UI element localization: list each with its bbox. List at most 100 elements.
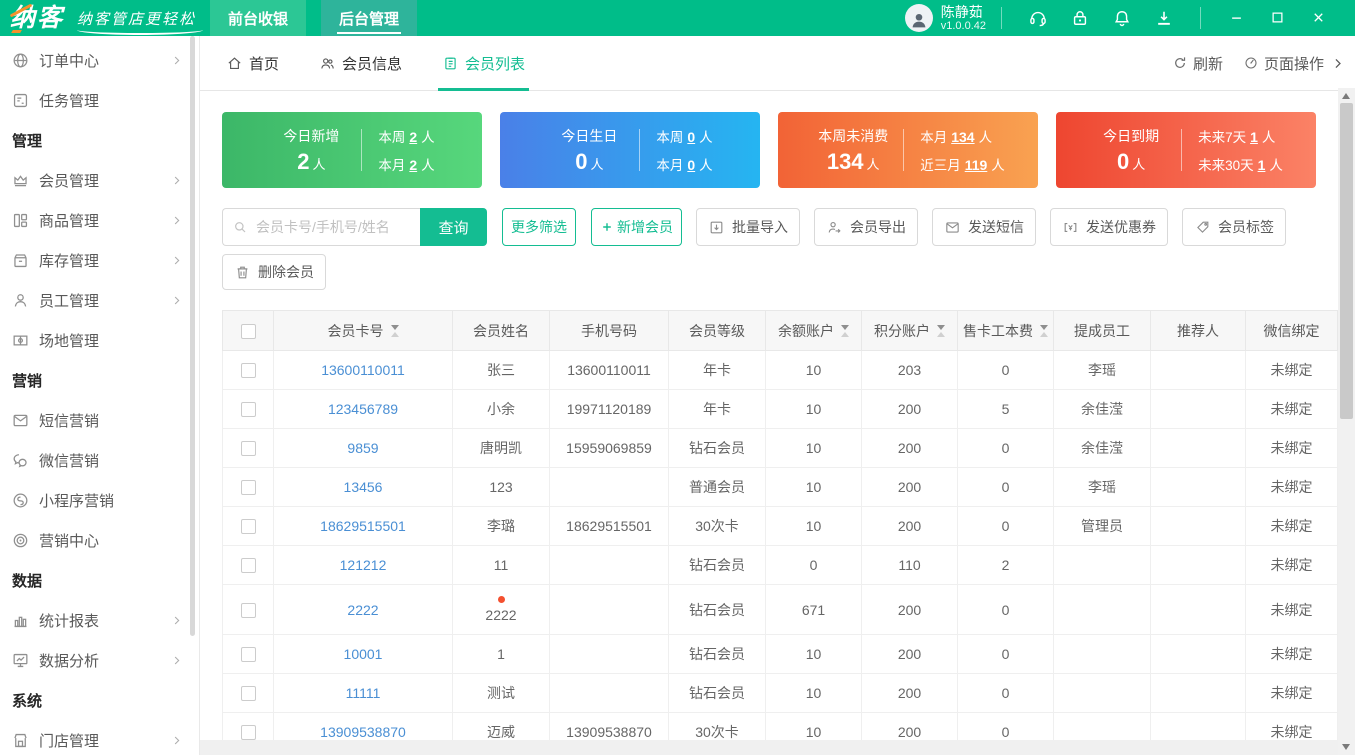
sidebar-item-reports[interactable]: 统计报表 <box>0 600 199 640</box>
page-actions-button[interactable]: 页面操作 <box>1243 53 1324 74</box>
col-balance: 余额账户 <box>765 310 862 351</box>
home-icon <box>226 55 243 72</box>
member-export-button[interactable]: 会员导出 <box>814 208 918 246</box>
venue-icon <box>11 331 30 350</box>
tab-member-info[interactable]: 会员信息 <box>319 36 402 91</box>
row-checkbox[interactable] <box>240 441 256 457</box>
stat-link[interactable]: 1 <box>1258 157 1266 173</box>
refresh-button[interactable]: 刷新 <box>1172 53 1223 74</box>
sidebar-item-analytics[interactable]: 数据分析 <box>0 640 199 680</box>
maximize-button[interactable] <box>1270 10 1285 25</box>
sidebar-item-venue[interactable]: 场地管理 <box>0 320 199 360</box>
sidebar-item-goods[interactable]: 商品管理 <box>0 200 199 240</box>
sidebar-item-marketing-center[interactable]: 营销中心 <box>0 520 199 560</box>
batch-import-button[interactable]: 批量导入 <box>696 208 800 246</box>
add-member-button[interactable]: 新增会员 <box>591 208 682 246</box>
stat-link[interactable]: 0 <box>687 129 695 145</box>
col-referrer: 推荐人 <box>1150 310 1246 351</box>
sort-carets[interactable] <box>841 324 849 337</box>
main-scrollbar[interactable] <box>1338 88 1355 755</box>
lock-icon[interactable] <box>1070 8 1090 28</box>
select-all-checkbox[interactable] <box>240 323 256 339</box>
row-checkbox[interactable] <box>240 558 256 574</box>
member-card-link[interactable]: 11111 <box>346 685 381 701</box>
member-card-link[interactable]: 13456 <box>344 479 383 495</box>
mail-icon <box>944 219 961 236</box>
sidebar-item-members[interactable]: 会员管理 <box>0 160 199 200</box>
bell-icon[interactable] <box>1112 8 1132 28</box>
sidebar-item-staff[interactable]: 员工管理 <box>0 280 199 320</box>
send-sms-button[interactable]: 发送短信 <box>932 208 1036 246</box>
delete-member-button[interactable]: 删除会员 <box>222 254 326 290</box>
scroll-up-arrow[interactable] <box>1342 93 1350 99</box>
nav-tab-backoffice[interactable]: 后台管理 <box>321 0 418 36</box>
gauge-icon <box>1243 55 1259 71</box>
row-checkbox[interactable] <box>240 686 256 702</box>
member-card-link[interactable]: 2222 <box>347 602 378 618</box>
unread-dot <box>497 596 505 603</box>
stat-link[interactable]: 119 <box>965 157 988 173</box>
member-tag-button[interactable]: 会员标签 <box>1182 208 1286 246</box>
stat-link[interactable]: 2 <box>409 157 417 173</box>
app-logo: 纳客 <box>10 0 64 36</box>
avatar[interactable] <box>904 3 933 32</box>
row-checkbox[interactable] <box>240 519 256 535</box>
stat-link[interactable]: 0 <box>687 157 695 173</box>
sidebar-item-tasks[interactable]: 任务管理 <box>0 80 199 120</box>
member-card-link[interactable]: 121212 <box>340 557 387 573</box>
person-icon <box>908 9 930 31</box>
page-actions-chevron-icon[interactable] <box>1330 56 1345 71</box>
toolbar-row-2: 删除会员 <box>222 254 1355 290</box>
send-coupon-button[interactable]: 发送优惠券 <box>1050 208 1168 246</box>
member-card-link[interactable]: 13909538870 <box>320 724 406 740</box>
sidebar-item-orders[interactable]: 订单中心 <box>0 40 199 80</box>
content-area: 今日新增 2人 本周 2 人 本月 2 人 今日生日 0人 本周 0 人 本月 … <box>200 91 1355 755</box>
tab-home[interactable]: 首页 <box>226 36 279 91</box>
row-checkbox[interactable] <box>240 480 256 496</box>
stat-value: 2人 <box>297 148 326 174</box>
nav-tab-frontdesk[interactable]: 前台收银 <box>210 0 307 36</box>
sidebar-item-miniprogram-marketing[interactable]: 小程序营销 <box>0 480 199 520</box>
row-checkbox[interactable] <box>240 363 256 379</box>
app-slogan: 纳客管店更轻松 <box>77 8 204 35</box>
more-filters-button[interactable]: 更多筛选 <box>502 208 576 246</box>
row-checkbox[interactable] <box>240 402 256 418</box>
coupon-icon <box>1062 219 1079 236</box>
stat-value: 0人 <box>1116 148 1146 174</box>
sidebar-section-management: 管理 <box>12 132 43 150</box>
table-row: 123456789 小余 19971120189 年卡 10 200 5 余佳滢… <box>222 389 1338 429</box>
search-input[interactable] <box>222 208 420 246</box>
tasks-icon <box>11 91 30 110</box>
member-card-link[interactable]: 10001 <box>344 646 383 662</box>
stat-link[interactable]: 2 <box>409 129 417 145</box>
close-button[interactable] <box>1311 10 1326 25</box>
member-card-link[interactable]: 13600110011 <box>321 362 405 378</box>
download-icon[interactable] <box>1154 8 1174 28</box>
user-name: 陈静茹 <box>940 3 983 20</box>
sort-carets[interactable] <box>390 324 399 337</box>
row-checkbox[interactable] <box>240 647 256 663</box>
inventory-icon <box>11 251 30 270</box>
row-checkbox[interactable] <box>240 602 256 618</box>
scrollbar-thumb[interactable] <box>1340 103 1353 419</box>
member-card-link[interactable]: 123456789 <box>328 401 398 417</box>
member-card-link[interactable]: 9859 <box>347 440 378 456</box>
scroll-down-arrow[interactable] <box>1342 744 1350 750</box>
sidebar-item-inventory[interactable]: 库存管理 <box>0 240 199 280</box>
stat-link[interactable]: 1 <box>1250 129 1258 145</box>
member-card-link[interactable]: 18629515501 <box>320 518 406 534</box>
sidebar-item-sms-marketing[interactable]: 短信营销 <box>0 400 199 440</box>
table-row: 13600110011 张三 13600110011 年卡 10 203 0 李… <box>222 350 1338 390</box>
minimize-button[interactable] <box>1229 10 1244 25</box>
sidebar-scrollbar[interactable] <box>190 36 195 636</box>
sidebar-item-stores[interactable]: 门店管理 <box>0 720 199 755</box>
headset-icon[interactable] <box>1028 8 1048 28</box>
stat-cards: 今日新增 2人 本周 2 人 本月 2 人 今日生日 0人 本周 0 人 本月 … <box>222 112 1316 188</box>
search-button[interactable]: 查询 <box>420 208 487 246</box>
row-checkbox[interactable] <box>240 725 256 740</box>
sort-carets[interactable] <box>1040 324 1048 337</box>
sort-carets[interactable] <box>937 324 945 337</box>
tab-member-list[interactable]: 会员列表 <box>438 36 530 91</box>
sidebar-item-wechat-marketing[interactable]: 微信营销 <box>0 440 199 480</box>
stat-link[interactable]: 134 <box>951 129 974 145</box>
